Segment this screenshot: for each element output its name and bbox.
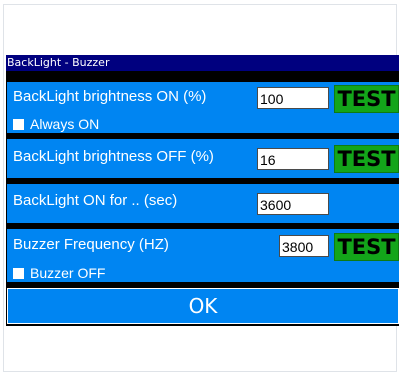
buzzer-frequency-input[interactable] [279,235,329,257]
backlight-on-for-label: BackLight ON for .. (sec) [13,192,178,209]
ok-button[interactable]: OK [7,288,399,324]
backlight-on-for-panel: BackLight ON for .. (sec) [7,184,399,223]
brightness-off-input[interactable] [257,148,329,170]
backlight-on-for-input[interactable] [257,193,329,215]
brightness-on-panel: BackLight brightness ON (%) TEST Always … [7,82,399,133]
brightness-on-input[interactable] [257,87,329,109]
brightness-on-label: BackLight brightness ON (%) [13,88,207,105]
buzzer-off-checkbox[interactable] [13,267,24,279]
buzzer-off-checkbox-row[interactable]: Buzzer OFF [13,265,105,281]
always-on-label: Always ON [30,116,100,132]
brightness-off-label: BackLight brightness OFF (%) [13,148,214,165]
always-on-checkbox-row[interactable]: Always ON [13,116,99,132]
dialog-title: BackLight - Buzzer [6,55,399,71]
buzzer-off-label: Buzzer OFF [30,265,106,281]
buzzer-test-button[interactable]: TEST [334,233,399,261]
backlight-buzzer-dialog: BackLight - Buzzer BackLight brightness … [6,55,399,326]
always-on-checkbox[interactable] [13,118,24,130]
buzzer-panel: Buzzer Frequency (HZ) TEST Buzzer OFF [7,229,399,282]
brightness-on-test-button[interactable]: TEST [334,85,399,113]
brightness-off-panel: BackLight brightness OFF (%) TEST [7,139,399,178]
brightness-off-test-button[interactable]: TEST [334,145,399,173]
buzzer-frequency-label: Buzzer Frequency (HZ) [13,236,169,253]
